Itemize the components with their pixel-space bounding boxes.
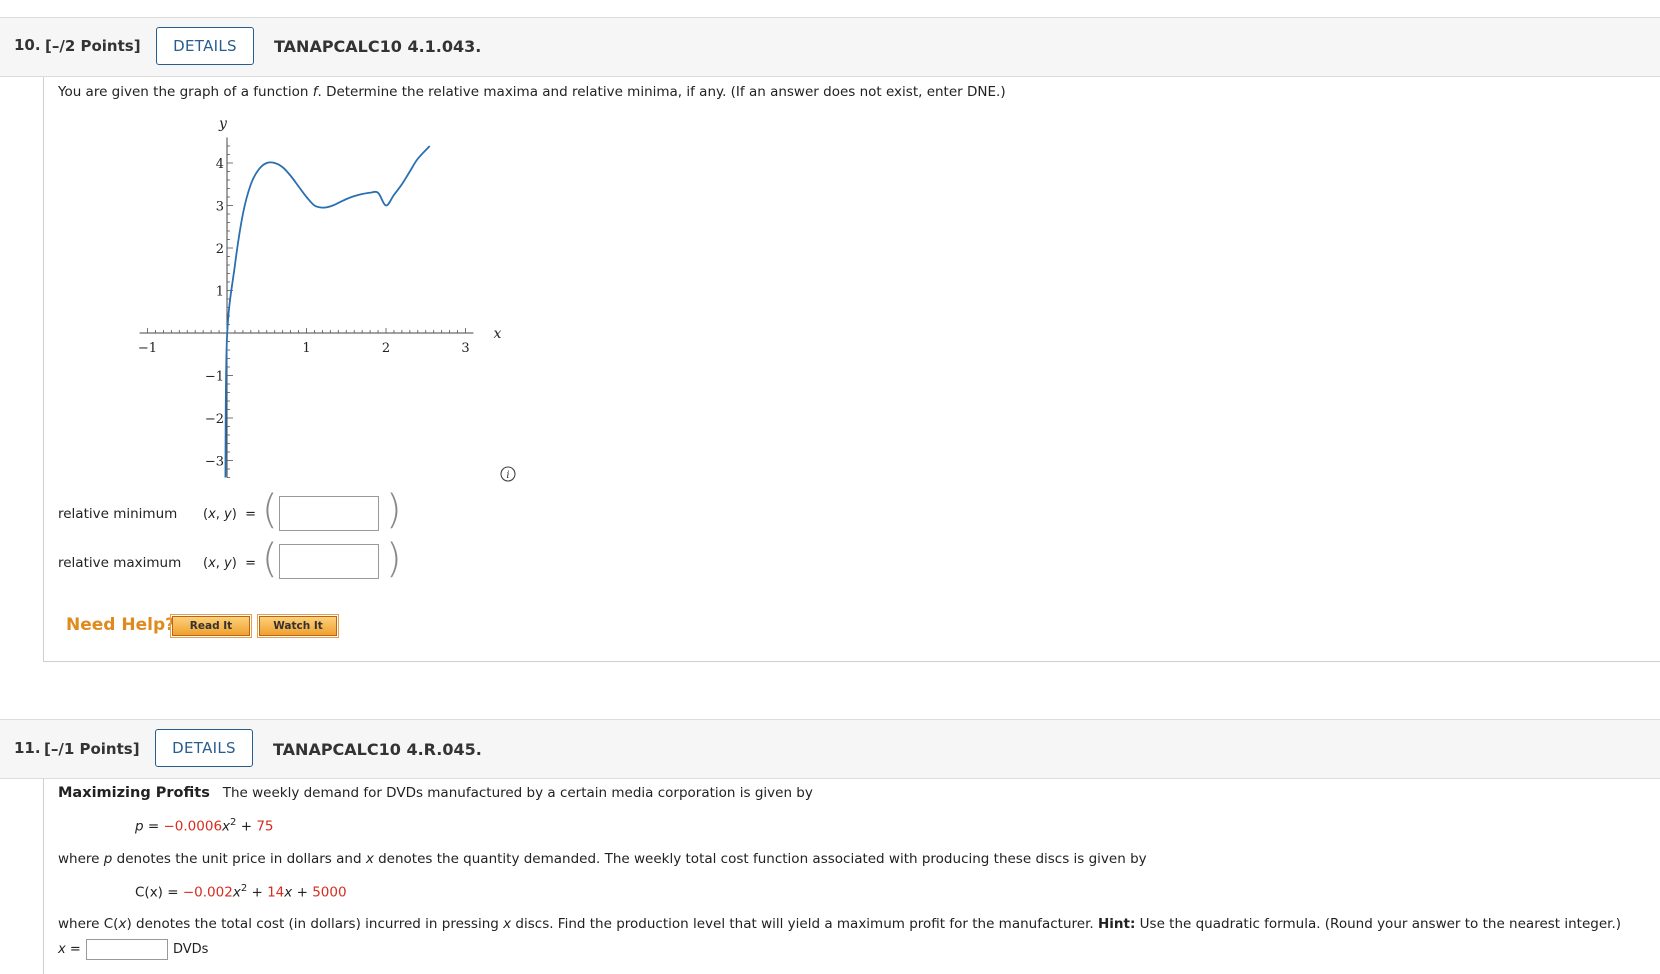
rel-max-open-paren: ( <box>262 536 278 582</box>
rel-max-label: relative maximum <box>58 555 182 571</box>
x-tick-label: 1 <box>302 341 310 356</box>
read-it-button[interactable]: Read It <box>170 614 252 638</box>
answer-unit: DVDs <box>173 942 209 957</box>
rel-max-xy-label: (x, y) = <box>203 556 256 571</box>
q11-details-button[interactable]: DETAILS <box>155 729 253 767</box>
x-axis-label: x <box>494 326 502 342</box>
q11-number: 11. <box>14 739 41 757</box>
rel-max-input[interactable] <box>279 544 379 579</box>
x-tick-label: 3 <box>461 341 469 356</box>
answer-x-input[interactable] <box>86 939 168 960</box>
y-tick-label: −2 <box>205 412 224 427</box>
q11-where1: where p denotes the unit price in dollar… <box>58 851 1147 867</box>
y-tick-label: 4 <box>216 157 224 172</box>
rel-min-input[interactable] <box>279 496 379 531</box>
need-help-label: Need Help? <box>66 615 175 635</box>
rel-min-label: relative minimum <box>58 506 178 522</box>
x-tick-label: 2 <box>382 341 390 356</box>
answer-x-label: x = <box>58 942 81 957</box>
info-icon[interactable]: i <box>500 466 516 482</box>
rel-min-xy-label: (x, y) = <box>203 507 256 522</box>
y-tick-label: −3 <box>205 455 224 470</box>
q11-points: [–/1 Points] <box>44 740 140 758</box>
q11-title: Maximizing Profits <box>58 785 210 801</box>
function-curve <box>224 145 431 478</box>
q11-body <box>43 779 1660 974</box>
y-tick-label: −1 <box>205 370 224 385</box>
cost-equation: C(x) = −0.002x2 + 14x + 5000 <box>135 883 347 901</box>
rel-max-close-paren: ) <box>386 536 402 582</box>
q11-intro: Maximizing Profits The weekly demand for… <box>58 785 813 801</box>
demand-equation: p = −0.0006x2 + 75 <box>135 817 274 835</box>
y-tick-label: 1 <box>216 285 224 300</box>
x-tick-label: −1 <box>138 341 157 356</box>
svg-text:i: i <box>506 470 509 481</box>
rel-min-open-paren: ( <box>262 487 278 533</box>
q11-code: TANAPCALC10 4.R.045. <box>273 740 482 759</box>
q11-where2: where C(x) denotes the total cost (in do… <box>58 916 1622 932</box>
rel-min-close-paren: ) <box>386 487 402 533</box>
y-axis-label: y <box>218 116 228 132</box>
y-tick-label: 3 <box>216 200 224 215</box>
watch-it-button[interactable]: Watch It <box>257 614 339 638</box>
y-tick-label: 2 <box>216 242 224 257</box>
